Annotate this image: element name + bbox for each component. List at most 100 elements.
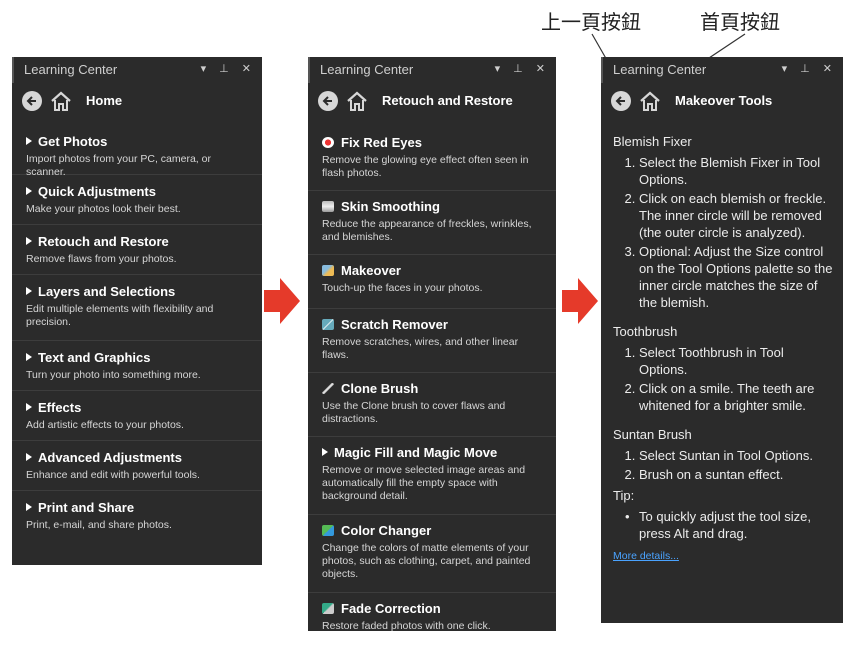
- home-icon[interactable]: [49, 90, 73, 112]
- item-title: Text and Graphics: [38, 350, 151, 365]
- item-title: Get Photos: [38, 134, 108, 149]
- tip-heading: Tip:: [613, 488, 635, 503]
- step: Select Suntan in Tool Options.: [639, 447, 833, 464]
- item-title: Clone Brush: [341, 381, 419, 396]
- color-changer-icon: [322, 525, 334, 536]
- list-item[interactable]: Clone Brush Use the Clone brush to cover …: [308, 373, 556, 437]
- panel-title: Learning Center: [24, 62, 118, 77]
- step: Select the Blemish Fixer in Tool Options…: [639, 154, 833, 188]
- clone-brush-icon: [322, 383, 334, 394]
- item-title: Print and Share: [38, 500, 135, 515]
- panel-titlebar[interactable]: Learning Center ▾ ⊥ ✕: [601, 57, 843, 83]
- tip-list: To quickly adjust the tool size, press A…: [613, 508, 833, 542]
- back-arrow-icon[interactable]: [22, 91, 42, 111]
- topic-list: Fix Red Eyes Remove the glowing eye effec…: [308, 127, 556, 647]
- list-item[interactable]: Text and Graphics Turn your photo into so…: [12, 341, 262, 391]
- list-item[interactable]: Quick Adjustments Make your photos look t…: [12, 175, 262, 225]
- steps-list: Select the Blemish Fixer in Tool Options…: [613, 154, 833, 311]
- item-description: Remove scratches, wires, and other linea…: [322, 336, 519, 361]
- step: Click on a smile. The teeth are whitened…: [639, 380, 833, 414]
- expand-triangle-icon: [26, 353, 32, 361]
- item-description: Print, e-mail, and share photos.: [26, 519, 172, 531]
- panel-titlebar[interactable]: Learning Center ▾ ⊥ ✕: [12, 57, 262, 83]
- item-title: Fix Red Eyes: [341, 135, 422, 150]
- list-item[interactable]: Layers and Selections Edit multiple eleme…: [12, 275, 262, 341]
- step: Click on each blemish or freckle. The in…: [639, 190, 833, 241]
- item-title: Magic Fill and Magic Move: [334, 445, 498, 460]
- item-description: Remove the glowing eye effect often seen…: [322, 154, 529, 179]
- item-title: Makeover: [341, 263, 401, 278]
- item-description: Touch-up the faces in your photos.: [322, 282, 483, 294]
- list-item[interactable]: Magic Fill and Magic Move Remove or move …: [308, 437, 556, 515]
- home-icon[interactable]: [638, 90, 662, 112]
- item-title: Color Changer: [341, 523, 432, 538]
- step: Select Toothbrush in Tool Options.: [639, 344, 833, 378]
- item-description: Use the Clone brush to cover flaws and d…: [322, 400, 506, 425]
- item-title: Quick Adjustments: [38, 184, 156, 199]
- item-title: Advanced Adjustments: [38, 450, 182, 465]
- item-description: Add artistic effects to your photos.: [26, 419, 184, 431]
- expand-triangle-icon: [26, 187, 32, 195]
- step: Optional: Adjust the Size control on the…: [639, 243, 833, 311]
- item-description: Remove or move selected image areas and …: [322, 464, 526, 502]
- list-item[interactable]: Fix Red Eyes Remove the glowing eye effec…: [308, 127, 556, 191]
- item-description: Make your photos look their best.: [26, 203, 181, 215]
- section-heading: Toothbrush: [613, 324, 678, 339]
- expand-triangle-icon: [26, 503, 32, 511]
- fade-correction-icon: [322, 603, 334, 614]
- expand-triangle-icon: [322, 448, 328, 456]
- list-item[interactable]: Advanced Adjustments Enhance and edit wit…: [12, 441, 262, 491]
- topic-list: Get Photos Import photos from your PC, ca…: [12, 125, 262, 541]
- list-item[interactable]: Color Changer Change the colors of matte …: [308, 515, 556, 593]
- panel-title: Learning Center: [320, 62, 414, 77]
- item-title: Skin Smoothing: [341, 199, 440, 214]
- step: Brush on a suntan effect.: [639, 466, 833, 483]
- tip-bullet: To quickly adjust the tool size, press A…: [625, 508, 833, 542]
- expand-triangle-icon: [26, 137, 32, 145]
- home-icon[interactable]: [345, 90, 369, 112]
- list-item[interactable]: Fade Correction Restore faded photos with…: [308, 593, 556, 647]
- expand-triangle-icon: [26, 237, 32, 245]
- flow-arrow-1: [264, 278, 300, 324]
- list-item[interactable]: Print and Share Print, e-mail, and share …: [12, 491, 262, 541]
- learning-center-panel-retouch: Learning Center ▾ ⊥ ✕ Retouch and Restor…: [308, 57, 556, 632]
- list-item[interactable]: Effects Add artistic effects to your phot…: [12, 391, 262, 441]
- page-title: Retouch and Restore: [382, 93, 513, 108]
- section-heading: Suntan Brush: [613, 427, 692, 442]
- list-item[interactable]: Retouch and Restore Remove flaws from you…: [12, 225, 262, 275]
- item-description: Edit multiple elements with flexibility …: [26, 303, 214, 328]
- list-item[interactable]: Makeover Touch-up the faces in your photo…: [308, 255, 556, 309]
- item-description: Restore faded photos with one click.: [322, 620, 491, 632]
- item-description: Turn your photo into something more.: [26, 369, 201, 381]
- panel-window-controls[interactable]: ▾ ⊥ ✕: [782, 62, 837, 75]
- skin-smoothing-icon: [322, 201, 334, 212]
- nav-row: Retouch and Restore: [318, 89, 548, 115]
- more-details-link[interactable]: More details...: [613, 548, 833, 565]
- page-title: Home: [86, 93, 123, 108]
- item-title: Retouch and Restore: [38, 234, 169, 249]
- item-description: Remove flaws from your photos.: [26, 253, 177, 265]
- flow-arrow-2: [562, 278, 598, 324]
- steps-list: Select Suntan in Tool Options. Brush on …: [613, 447, 833, 483]
- expand-triangle-icon: [26, 403, 32, 411]
- panel-window-controls[interactable]: ▾ ⊥ ✕: [201, 62, 256, 75]
- item-description: Enhance and edit with powerful tools.: [26, 469, 200, 481]
- panel-window-controls[interactable]: ▾ ⊥ ✕: [495, 62, 550, 75]
- list-item[interactable]: Scratch Remover Remove scratches, wires, …: [308, 309, 556, 373]
- help-content: Blemish Fixer Select the Blemish Fixer i…: [613, 133, 833, 565]
- expand-triangle-icon: [26, 453, 32, 461]
- page-title: Makeover Tools: [675, 93, 773, 108]
- item-title: Fade Correction: [341, 601, 441, 616]
- scratch-remover-icon: [322, 319, 334, 330]
- red-eye-icon: [322, 137, 334, 148]
- list-item[interactable]: Skin Smoothing Reduce the appearance of f…: [308, 191, 556, 255]
- section-heading: Blemish Fixer: [613, 134, 692, 149]
- item-title: Scratch Remover: [341, 317, 448, 332]
- back-arrow-icon[interactable]: [611, 91, 631, 111]
- list-item[interactable]: Get Photos Import photos from your PC, ca…: [12, 125, 262, 178]
- learning-center-panel-home: Learning Center ▾ ⊥ ✕ Home Get Photos Imp…: [12, 57, 262, 565]
- item-description: Change the colors of matte elements of y…: [322, 542, 531, 580]
- nav-row: Makeover Tools: [611, 89, 835, 115]
- panel-titlebar[interactable]: Learning Center ▾ ⊥ ✕: [308, 57, 556, 83]
- back-arrow-icon[interactable]: [318, 91, 338, 111]
